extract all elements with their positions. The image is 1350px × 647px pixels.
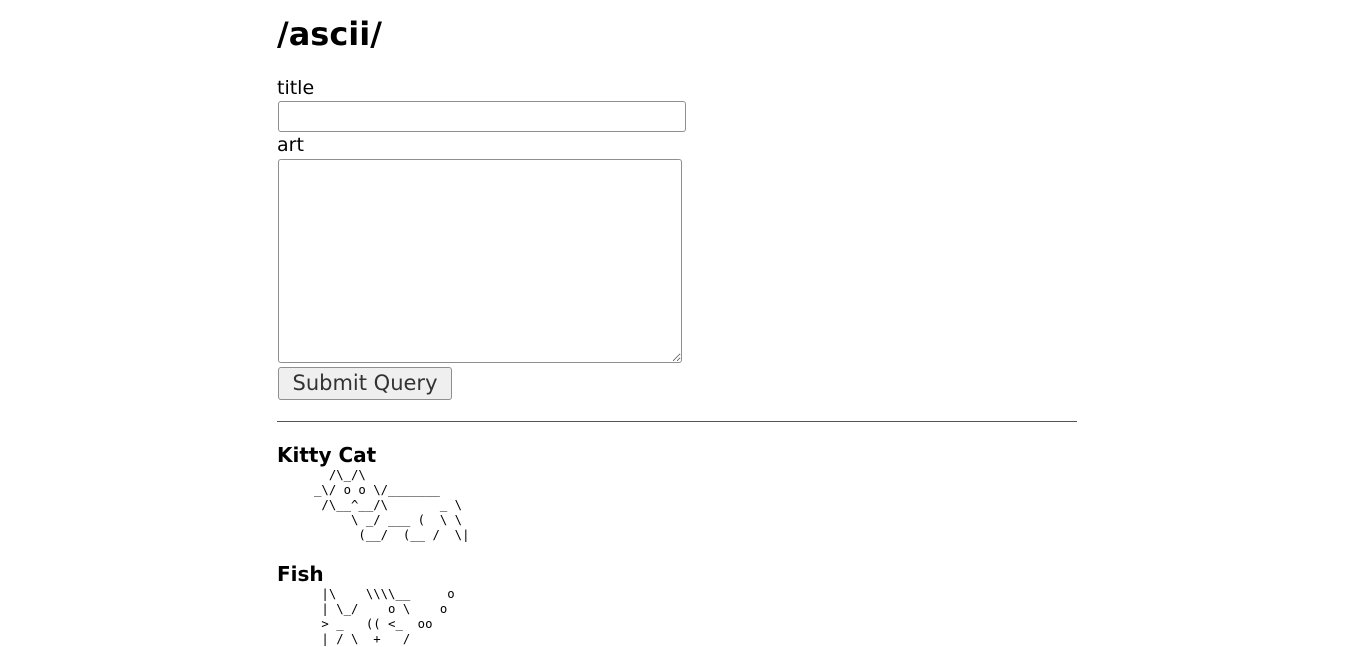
title-label: title [277,77,315,99]
art-title-kitty-cat: Kitty Cat [277,443,377,467]
divider [277,421,1077,422]
ascii-art-kitty-cat: /\_/\ _\/ o o \/_______ /\__^__/\ _ \ \ … [314,468,470,542]
art-textarea[interactable] [278,159,682,363]
art-label: art [277,134,304,156]
title-input[interactable] [278,101,686,132]
ascii-art-fish: |\ \\\\__ o | \_/ o \ o > _ (( <_ oo | /… [321,587,455,646]
page-title: /ascii/ [277,15,382,53]
art-title-fish: Fish [277,562,324,586]
submit-button[interactable]: Submit Query [278,367,452,400]
